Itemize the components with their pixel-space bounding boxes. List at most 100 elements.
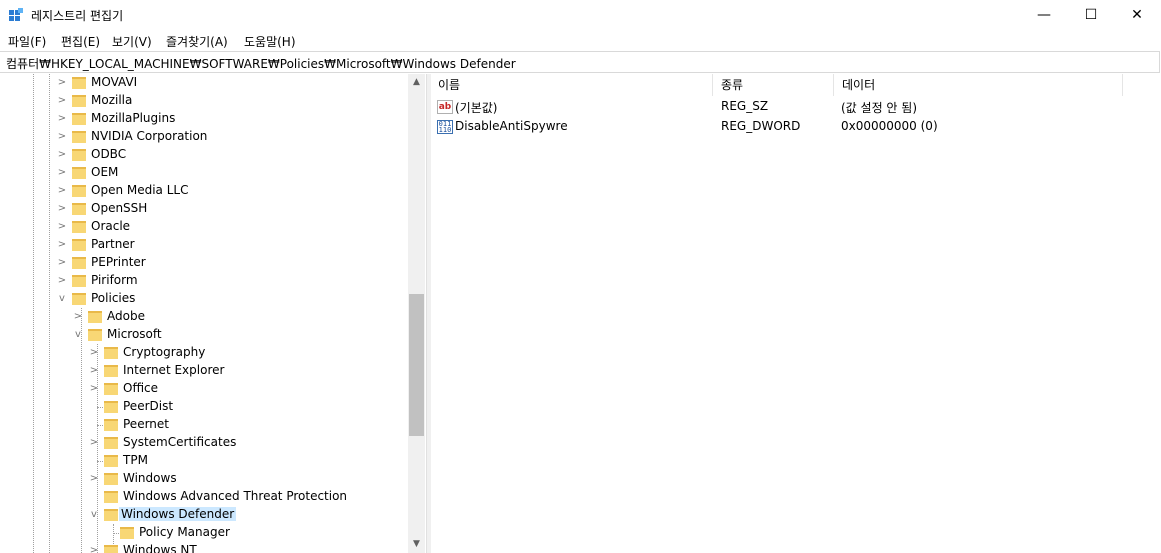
tree-item-piriform[interactable]: > Piriform [0,272,405,290]
tree-item-label: OpenSSH [91,201,148,215]
menu-favorites[interactable]: 즐겨찾기(A) [166,33,228,50]
tree-item-oem[interactable]: > OEM [0,164,405,182]
scroll-up-arrow-icon[interactable]: ▲ [408,74,425,91]
column-header-data[interactable]: 데이터 [835,74,1123,96]
chevron-right-icon[interactable]: > [57,220,67,234]
chevron-right-icon[interactable]: > [57,148,67,162]
folder-icon [88,311,102,323]
tree-item-movavi[interactable]: > MOVAVI [0,74,405,92]
chevron-down-icon[interactable]: v [73,328,83,342]
tree-item-open-media-llc[interactable]: > Open Media LLC [0,182,405,200]
chevron-right-icon[interactable]: > [89,436,99,450]
tree-item-label: MOVAVI [91,75,138,89]
tree-item-label: ODBC [91,147,127,161]
chevron-right-icon[interactable]: > [57,256,67,270]
chevron-right-icon[interactable]: > [89,346,99,360]
chevron-right-icon[interactable]: > [57,238,67,252]
chevron-right-icon[interactable]: > [57,76,67,90]
tree-item-label: Windows [123,471,177,485]
tree-item-label: Internet Explorer [123,363,225,377]
folder-open-icon [104,509,118,521]
tree-item-label: Partner [91,237,135,251]
chevron-right-icon[interactable]: > [57,94,67,108]
menu-help[interactable]: 도움말(H) [244,33,296,50]
folder-icon [104,383,118,395]
title-bar: 레지스트리 편집기 — ☐ ✕ [0,0,1161,30]
tree-item-label: Oracle [91,219,131,233]
folder-icon [104,437,118,449]
tree-item-microsoft[interactable]: v Microsoft [0,326,405,344]
tree-item-policies[interactable]: v Policies [0,290,405,308]
tree-item-label: Microsoft [107,327,162,341]
chevron-right-icon[interactable]: > [57,130,67,144]
tree-item-partner[interactable]: > Partner [0,236,405,254]
tree-item-label: Peernet [123,417,169,431]
tree-item-peerdist[interactable]: PeerDist [0,398,405,416]
scrollbar-thumb[interactable] [409,294,424,436]
folder-icon [104,419,118,431]
chevron-down-icon[interactable]: v [89,508,99,522]
folder-icon [72,77,86,89]
tree-item-label: NVIDIA Corporation [91,129,208,143]
chevron-right-icon[interactable]: > [57,184,67,198]
menu-file[interactable]: 파일(F) [8,33,46,50]
tree-scrollbar[interactable]: ▲ ▼ [408,74,425,553]
value-list: 이름 종류 데이터 ab (기본값) REG_SZ (값 설정 안 됨) 011… [431,74,1161,553]
tree-item-odbc[interactable]: > ODBC [0,146,405,164]
tree-item-windows-defender[interactable]: v Windows Defender [0,506,405,524]
tree-item-peernet[interactable]: Peernet [0,416,405,434]
address-path[interactable]: 컴퓨터₩HKEY_LOCAL_MACHINE₩SOFTWARE₩Policies… [6,55,516,72]
column-header-type[interactable]: 종류 [714,74,834,96]
folder-icon [72,149,86,161]
menu-view[interactable]: 보기(V) [112,33,152,50]
maximize-button[interactable]: ☐ [1068,0,1114,30]
chevron-right-icon[interactable]: > [57,166,67,180]
tree-item-policy-manager[interactable]: Policy Manager [0,524,405,542]
chevron-down-icon[interactable]: v [57,292,67,306]
menu-bar: 파일(F) 편집(E) 보기(V) 즐겨찾기(A) 도움말(H) [0,30,1161,50]
tree-item-peprinter[interactable]: > PEPrinter [0,254,405,272]
maximize-icon: ☐ [1084,7,1098,23]
folder-icon [72,221,86,233]
tree-item-openssh[interactable]: > OpenSSH [0,200,405,218]
close-button[interactable]: ✕ [1114,0,1160,30]
menu-edit[interactable]: 편집(E) [61,33,100,50]
binary-value-icon: 011 110 [437,120,453,134]
list-item[interactable]: 011 110 DisableAntiSpywre REG_DWORD 0x000… [431,117,1131,137]
tree-item-mozilla[interactable]: > Mozilla [0,92,405,110]
tree-item-label: TPM [123,453,148,467]
tree-item-nvidia[interactable]: > NVIDIA Corporation [0,128,405,146]
chevron-right-icon[interactable]: > [57,274,67,288]
tree-item-label: Windows Defender [119,507,237,521]
tree-item-windows-nt[interactable]: > Windows NT [0,542,405,553]
chevron-right-icon[interactable]: > [89,364,99,378]
folder-icon [72,131,86,143]
value-type: REG_DWORD [721,119,801,133]
chevron-right-icon[interactable]: > [89,472,99,486]
tree-item-adobe[interactable]: > Adobe [0,308,405,326]
tree-item-mozillaplugins[interactable]: > MozillaPlugins [0,110,405,128]
minimize-button[interactable]: — [1021,0,1067,30]
tree-item-systemcertificates[interactable]: > SystemCertificates [0,434,405,452]
scroll-down-arrow-icon[interactable]: ▼ [408,536,425,553]
chevron-right-icon[interactable]: > [89,382,99,396]
tree-item-windows-atp[interactable]: Windows Advanced Threat Protection [0,488,405,506]
tree-item-office[interactable]: > Office [0,380,405,398]
string-value-icon: ab [437,100,453,114]
value-type: REG_SZ [721,99,769,113]
chevron-right-icon[interactable]: > [89,544,99,553]
tree-item-windows[interactable]: > Windows [0,470,405,488]
column-header-name[interactable]: 이름 [431,74,713,96]
tree-item-label: Adobe [107,309,145,323]
tree-item-internet-explorer[interactable]: > Internet Explorer [0,362,405,380]
chevron-right-icon[interactable]: > [57,202,67,216]
folder-icon [120,527,134,539]
chevron-right-icon[interactable]: > [57,112,67,126]
address-bar[interactable]: 컴퓨터₩HKEY_LOCAL_MACHINE₩SOFTWARE₩Policies… [0,51,1160,73]
chevron-right-icon[interactable]: > [73,310,83,324]
folder-icon [104,473,118,485]
list-item[interactable]: ab (기본값) REG_SZ (값 설정 안 됨) [431,97,1131,117]
tree-item-tpm[interactable]: TPM [0,452,405,470]
tree-item-oracle[interactable]: > Oracle [0,218,405,236]
tree-item-cryptography[interactable]: > Cryptography [0,344,405,362]
